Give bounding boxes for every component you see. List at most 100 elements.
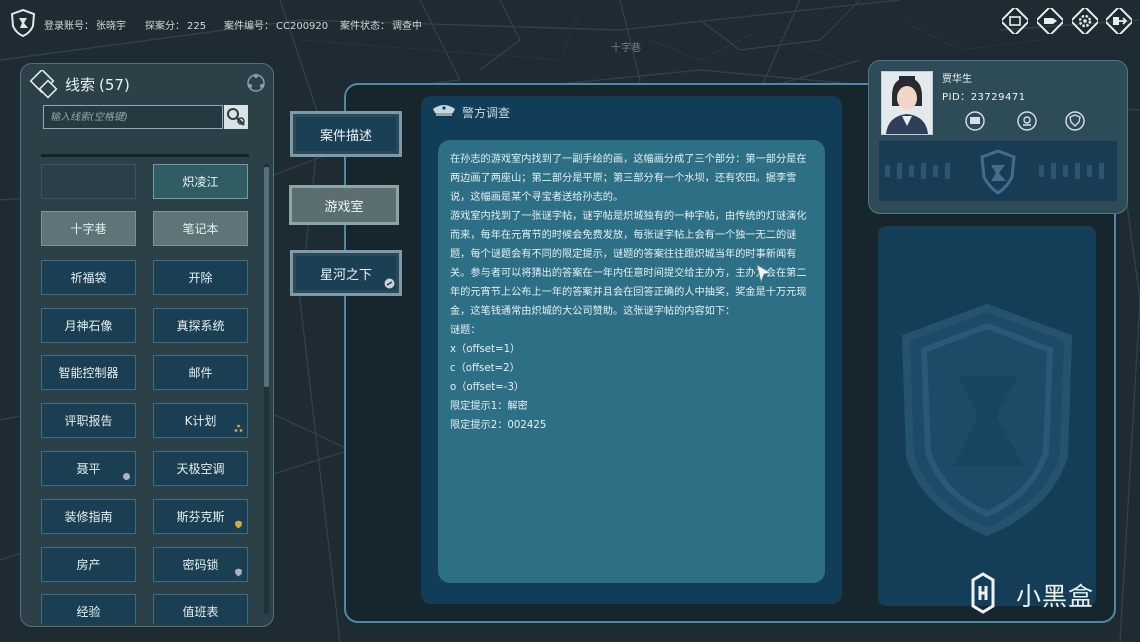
- clue-title: 线索 (57): [65, 74, 130, 95]
- dots-badge-icon: [234, 424, 243, 432]
- top-bar: 登录账号： 张晓宇 探案分： 225 案件编号： CC200920 案件状态： 调查中: [0, 0, 1140, 44]
- clue-item[interactable]: 斯芬克斯: [153, 499, 248, 534]
- clue-item[interactable]: 邮件: [153, 355, 248, 390]
- document-paragraph: 在孙志的游戏室内找到了一副手绘的画，这幅画分成了三个部分：第一部分是在两边画了两…: [450, 154, 807, 203]
- gear-icon[interactable]: [1072, 8, 1098, 34]
- tab-label: 案件描述: [319, 128, 372, 144]
- shield-badge-icon: [235, 568, 242, 577]
- document-paragraph: x（offset=1）: [450, 344, 521, 355]
- clue-item-label: 聂平: [76, 462, 101, 476]
- officer-avatar: [881, 71, 933, 135]
- clue-item-label: 房产: [76, 558, 101, 572]
- officer-pid: PID：23729471: [942, 88, 1026, 103]
- document-paragraph: 限定提示2：002425: [450, 420, 547, 431]
- clue-item[interactable]: 十字巷: [41, 211, 136, 246]
- clue-item[interactable]: 祈福袋: [41, 260, 136, 295]
- message-icon[interactable]: [965, 111, 985, 131]
- account-value: 张晓宇: [96, 21, 126, 32]
- tag-icon[interactable]: [1037, 8, 1063, 34]
- signal-strip: [879, 141, 1117, 201]
- case-status-label: 案件状态：: [340, 21, 390, 32]
- clue-list-icon: [29, 70, 58, 99]
- clue-item-label: 天极空调: [176, 462, 225, 476]
- clue-item-label: 祈福袋: [70, 271, 107, 285]
- clue-item-label: 炽凌江: [182, 175, 219, 189]
- window-icon[interactable]: [1002, 8, 1028, 34]
- score-label: 探案分：: [145, 21, 185, 32]
- clue-item-label: K计划: [184, 414, 217, 428]
- tab-label: 星河之下: [319, 267, 372, 283]
- case-number-label: 案件编号：: [224, 21, 274, 32]
- clue-item[interactable]: 智能控制器: [41, 355, 136, 390]
- officer-name: 贾华生: [942, 74, 972, 85]
- clue-item[interactable]: 聂平: [41, 451, 136, 486]
- clue-item[interactable]: 密码锁: [153, 547, 248, 582]
- clue-item[interactable]: [41, 164, 136, 199]
- shield-badge-icon: [235, 520, 242, 529]
- network-icon[interactable]: [245, 72, 267, 94]
- score-info: 探案分： 225: [145, 17, 206, 32]
- tab-label: 游戏室: [324, 199, 364, 215]
- account-label: 登录账号：: [44, 21, 94, 32]
- clue-grid: 炽凌江 十字巷 笔记本 祈福袋 开除 月神石像 真探系统 智能控制器 邮件 评职…: [41, 164, 253, 624]
- police-cap-icon: [433, 105, 455, 116]
- clue-search-input[interactable]: [43, 105, 223, 129]
- clue-item[interactable]: 装修指南: [41, 499, 136, 534]
- case-status-value: 调查中: [392, 21, 422, 32]
- score-value: 225: [187, 21, 207, 32]
- clue-item-label: 笔记本: [182, 222, 219, 236]
- clue-item[interactable]: 真探系统: [153, 308, 248, 343]
- clue-item-label: 斯芬克斯: [176, 510, 225, 524]
- clue-item[interactable]: 值班表: [153, 594, 248, 624]
- case-number-value: CC200920: [276, 21, 329, 32]
- document-content: 在孙志的游戏室内找到了一副手绘的画，这幅画分成了三个部分：第一部分是在两边画了两…: [438, 140, 825, 583]
- officer-pid-label: PID：: [942, 92, 971, 103]
- clue-item-label: 经验: [76, 605, 101, 619]
- case-status-info: 案件状态： 调查中: [340, 17, 422, 32]
- clue-item-label: 值班表: [182, 605, 219, 619]
- clue-item-label: 装修指南: [64, 510, 113, 524]
- location-icon[interactable]: [1017, 111, 1037, 131]
- clue-item-label: 开除: [188, 271, 213, 285]
- document-paragraph: 限定提示1：解密: [450, 401, 528, 412]
- clue-item-label: 密码锁: [182, 558, 219, 572]
- clue-item-label: 月神石像: [64, 319, 113, 333]
- clue-item-label: 邮件: [188, 366, 213, 380]
- clue-item[interactable]: 经验: [41, 594, 136, 624]
- search-icon[interactable]: [224, 105, 248, 129]
- clue-item[interactable]: 天极空调: [153, 451, 248, 486]
- tab-under-galaxy[interactable]: 星河之下: [290, 250, 402, 296]
- map-street-label: 十字巷: [611, 43, 641, 54]
- clue-scrollbar-thumb[interactable]: [264, 167, 269, 387]
- case-number-info: 案件编号： CC200920: [224, 17, 328, 32]
- mouse-cursor-icon: [756, 264, 772, 284]
- clue-count: (57): [99, 76, 130, 94]
- tab-case-description[interactable]: 案件描述: [290, 111, 402, 157]
- clue-item[interactable]: 房产: [41, 547, 136, 582]
- police-emblem-panel: [878, 226, 1096, 606]
- clue-item[interactable]: 月神石像: [41, 308, 136, 343]
- exit-icon[interactable]: [1106, 8, 1132, 34]
- clue-item[interactable]: 评职报告: [41, 403, 136, 438]
- shield-icon[interactable]: [1065, 111, 1085, 131]
- clue-item[interactable]: 开除: [153, 260, 248, 295]
- dot-badge-icon: [123, 473, 130, 480]
- watermark-text: 小黑盒: [1016, 582, 1095, 611]
- clue-item[interactable]: K计划: [153, 403, 248, 438]
- clue-title-label: 线索: [65, 76, 96, 94]
- clue-item-label: 十字巷: [70, 222, 107, 236]
- document-header: 警方调查: [462, 106, 511, 120]
- police-badge-icon[interactable]: [10, 9, 36, 37]
- police-emblem-watermark: [901, 303, 1073, 537]
- officer-pid-value: 23729471: [970, 92, 1026, 103]
- document-paragraph: 谜题：: [450, 325, 481, 336]
- account-info: 登录账号： 张晓宇: [44, 17, 126, 32]
- clue-item[interactable]: 笔记本: [153, 211, 248, 246]
- clue-item-label: 智能控制器: [58, 366, 119, 380]
- clue-separator: [41, 154, 249, 157]
- clue-panel: 线索(57) 炽凌江 十字巷 笔记本 祈福袋 开除 月神石像 真探系统 智能控制…: [20, 63, 274, 627]
- tab-game-room[interactable]: 游戏室: [289, 185, 399, 225]
- document-paragraph: c（offset=2）: [450, 363, 520, 374]
- clue-item[interactable]: 炽凌江: [153, 164, 248, 199]
- document-paragraph: o（offset=-3）: [450, 382, 525, 393]
